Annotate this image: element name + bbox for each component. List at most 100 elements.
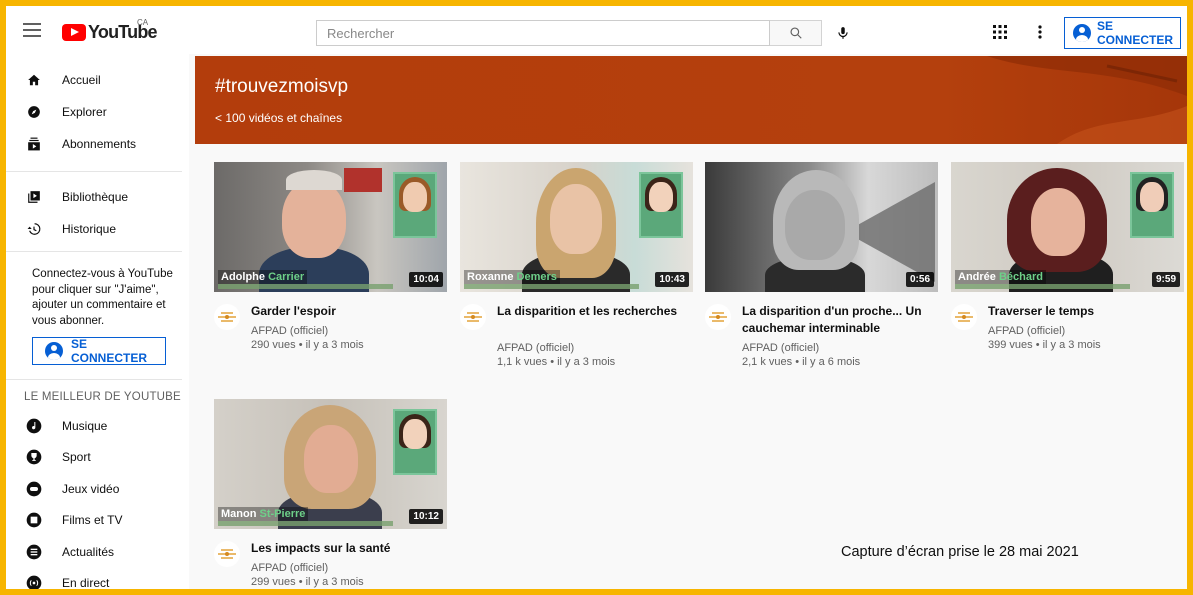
video-title[interactable]: La disparition et les recherches	[497, 303, 693, 320]
video-title[interactable]: La disparition d'un proche... Un cauchem…	[742, 303, 938, 337]
sidebar-item-label: Films et TV	[62, 513, 123, 527]
missing-person-photo	[393, 409, 437, 475]
channel-avatar-icon[interactable]	[951, 304, 977, 330]
apps-grid-button[interactable]	[990, 22, 1010, 42]
apps-grid-icon	[993, 25, 1007, 39]
sidebar-item-label: Sport	[62, 450, 91, 464]
film-icon	[26, 512, 42, 528]
channel-avatar-icon[interactable]	[214, 541, 240, 567]
top-bar: YouTube CA Rechercher SE CONNECTER	[6, 6, 1187, 54]
video-stats: 299 vues • il y a 3 mois	[251, 576, 364, 588]
subscriptions-icon	[26, 136, 42, 152]
search-button[interactable]	[770, 20, 822, 46]
person-head	[282, 180, 346, 258]
name-overlay: Andrée Béchard	[955, 270, 1046, 284]
video-stats: 2,1 k vues • il y a 6 mois	[742, 356, 861, 368]
name-overlay: Roxanne Demers	[464, 270, 560, 284]
name-overlay: Adolphe Carrier	[218, 270, 308, 284]
microphone-icon	[838, 27, 848, 39]
hashtag-title: #trouvezmoisvp	[215, 76, 349, 97]
sidebar-item-sport[interactable]: Sport	[6, 441, 189, 473]
youtube-play-icon	[62, 24, 86, 41]
hashtag-count: < 100 vidéos et chaînes	[215, 111, 343, 125]
history-icon	[26, 221, 42, 237]
channel-name[interactable]: AFPAD (officiel)	[497, 341, 574, 355]
caption-strip	[955, 284, 1130, 289]
sidebar-divider	[6, 171, 182, 172]
missing-person-photo	[639, 172, 683, 238]
settings-more-button[interactable]	[1030, 22, 1050, 42]
sidebar-item-en-direct[interactable]: En direct	[6, 567, 189, 589]
news-icon	[26, 544, 42, 560]
live-icon	[26, 575, 42, 589]
sidebar-item-label: Bibliothèque	[62, 190, 129, 204]
channel-avatar-icon[interactable]	[460, 304, 486, 330]
sidebar-item-label: Historique	[62, 222, 117, 236]
video-thumbnail[interactable]: 0:56	[705, 162, 938, 292]
video-thumbnail[interactable]: Andrée Béchard 9:59	[951, 162, 1184, 292]
sidebar-item-explorer[interactable]: Explorer	[6, 96, 189, 128]
header-signin-button[interactable]: SE CONNECTER	[1064, 17, 1181, 49]
sidebar-item-musique[interactable]: Musique	[6, 410, 189, 442]
video-card[interactable]: 0:56 La disparition d'un proche... Un ca…	[705, 162, 938, 372]
search-input[interactable]: Rechercher	[316, 20, 770, 46]
missing-person-photo	[393, 172, 437, 238]
video-stats: 290 vues • il y a 3 mois	[251, 339, 364, 351]
person-head	[304, 425, 358, 493]
voice-search-button[interactable]	[830, 20, 856, 46]
video-thumbnail[interactable]: Roxanne Demers 10:43	[460, 162, 693, 292]
sidebar-item-films-tv[interactable]: Films et TV	[6, 504, 189, 536]
channel-name[interactable]: AFPAD (officiel)	[742, 341, 819, 355]
hashtag-banner: #trouvezmoisvp < 100 vidéos et chaînes	[195, 56, 1187, 144]
channel-name[interactable]: AFPAD (officiel)	[251, 324, 328, 338]
compass-icon	[26, 104, 42, 120]
section-title: LE MEILLEUR DE YOUTUBE	[24, 391, 181, 403]
sidebar-item-label: Musique	[62, 419, 108, 433]
video-thumbnail[interactable]: Manon St-Pierre 10:12	[214, 399, 447, 529]
region-code: CA	[137, 18, 149, 27]
video-card[interactable]: Roxanne Demers 10:43 La disparition et l…	[460, 162, 693, 372]
name-overlay: Manon St-Pierre	[218, 507, 309, 521]
channel-avatar-icon[interactable]	[705, 304, 731, 330]
video-duration: 10:43	[655, 272, 689, 287]
sidebar-item-label: Abonnements	[62, 137, 137, 151]
sidebar-item-bibliotheque[interactable]: Bibliothèque	[6, 181, 189, 213]
video-card[interactable]: Adolphe Carrier 10:04 Garder l'espoir AF…	[214, 162, 447, 362]
video-duration: 9:59	[1151, 272, 1180, 287]
sidebar-item-historique[interactable]: Historique	[6, 213, 189, 245]
video-title[interactable]: Traverser le temps	[988, 303, 1184, 320]
sidebar-item-label: Actualités	[62, 545, 115, 559]
caption-strip	[218, 521, 393, 526]
video-duration: 10:12	[409, 509, 443, 524]
banner-brush-decoration	[987, 56, 1187, 144]
sidebar-item-abonnements[interactable]: Abonnements	[6, 128, 189, 160]
video-stats: 1,1 k vues • il y a 3 mois	[497, 356, 616, 368]
sidebar-item-accueil[interactable]: Accueil	[6, 64, 189, 96]
channel-name[interactable]: AFPAD (officiel)	[251, 561, 328, 575]
video-title[interactable]: Les impacts sur la santé	[251, 540, 447, 557]
hamburger-menu-icon[interactable]	[20, 20, 44, 40]
video-title[interactable]: Garder l'espoir	[251, 303, 447, 320]
video-card[interactable]: Andrée Béchard 9:59 Traverser le temps A…	[951, 162, 1184, 362]
youtube-logo[interactable]: YouTube CA	[62, 18, 158, 43]
sidebar-item-label: En direct	[62, 576, 110, 589]
video-card[interactable]: Manon St-Pierre 10:12 Les impacts sur la…	[214, 399, 447, 589]
sidebar-item-jeux-video[interactable]: Jeux vidéo	[6, 473, 189, 505]
person-hair	[286, 170, 342, 190]
person-head	[550, 184, 602, 254]
sidebar-signin-button[interactable]: SE CONNECTER	[32, 337, 166, 365]
sidebar-divider	[6, 379, 182, 380]
video-thumbnail[interactable]: Adolphe Carrier 10:04	[214, 162, 447, 292]
channel-avatar-icon[interactable]	[214, 304, 240, 330]
library-icon	[26, 189, 42, 205]
channel-name[interactable]: AFPAD (officiel)	[988, 324, 1065, 338]
sidebar-item-actualites[interactable]: Actualités	[6, 536, 189, 568]
signin-prompt-text: Connectez-vous à YouTube pour cliquer su…	[32, 268, 173, 327]
user-avatar-icon	[1073, 24, 1091, 42]
home-icon	[26, 72, 42, 88]
search-icon	[789, 27, 802, 39]
background-sign	[344, 168, 382, 192]
sidebar-divider	[6, 251, 182, 252]
video-duration: 10:04	[409, 272, 443, 287]
gaming-icon	[26, 481, 42, 497]
